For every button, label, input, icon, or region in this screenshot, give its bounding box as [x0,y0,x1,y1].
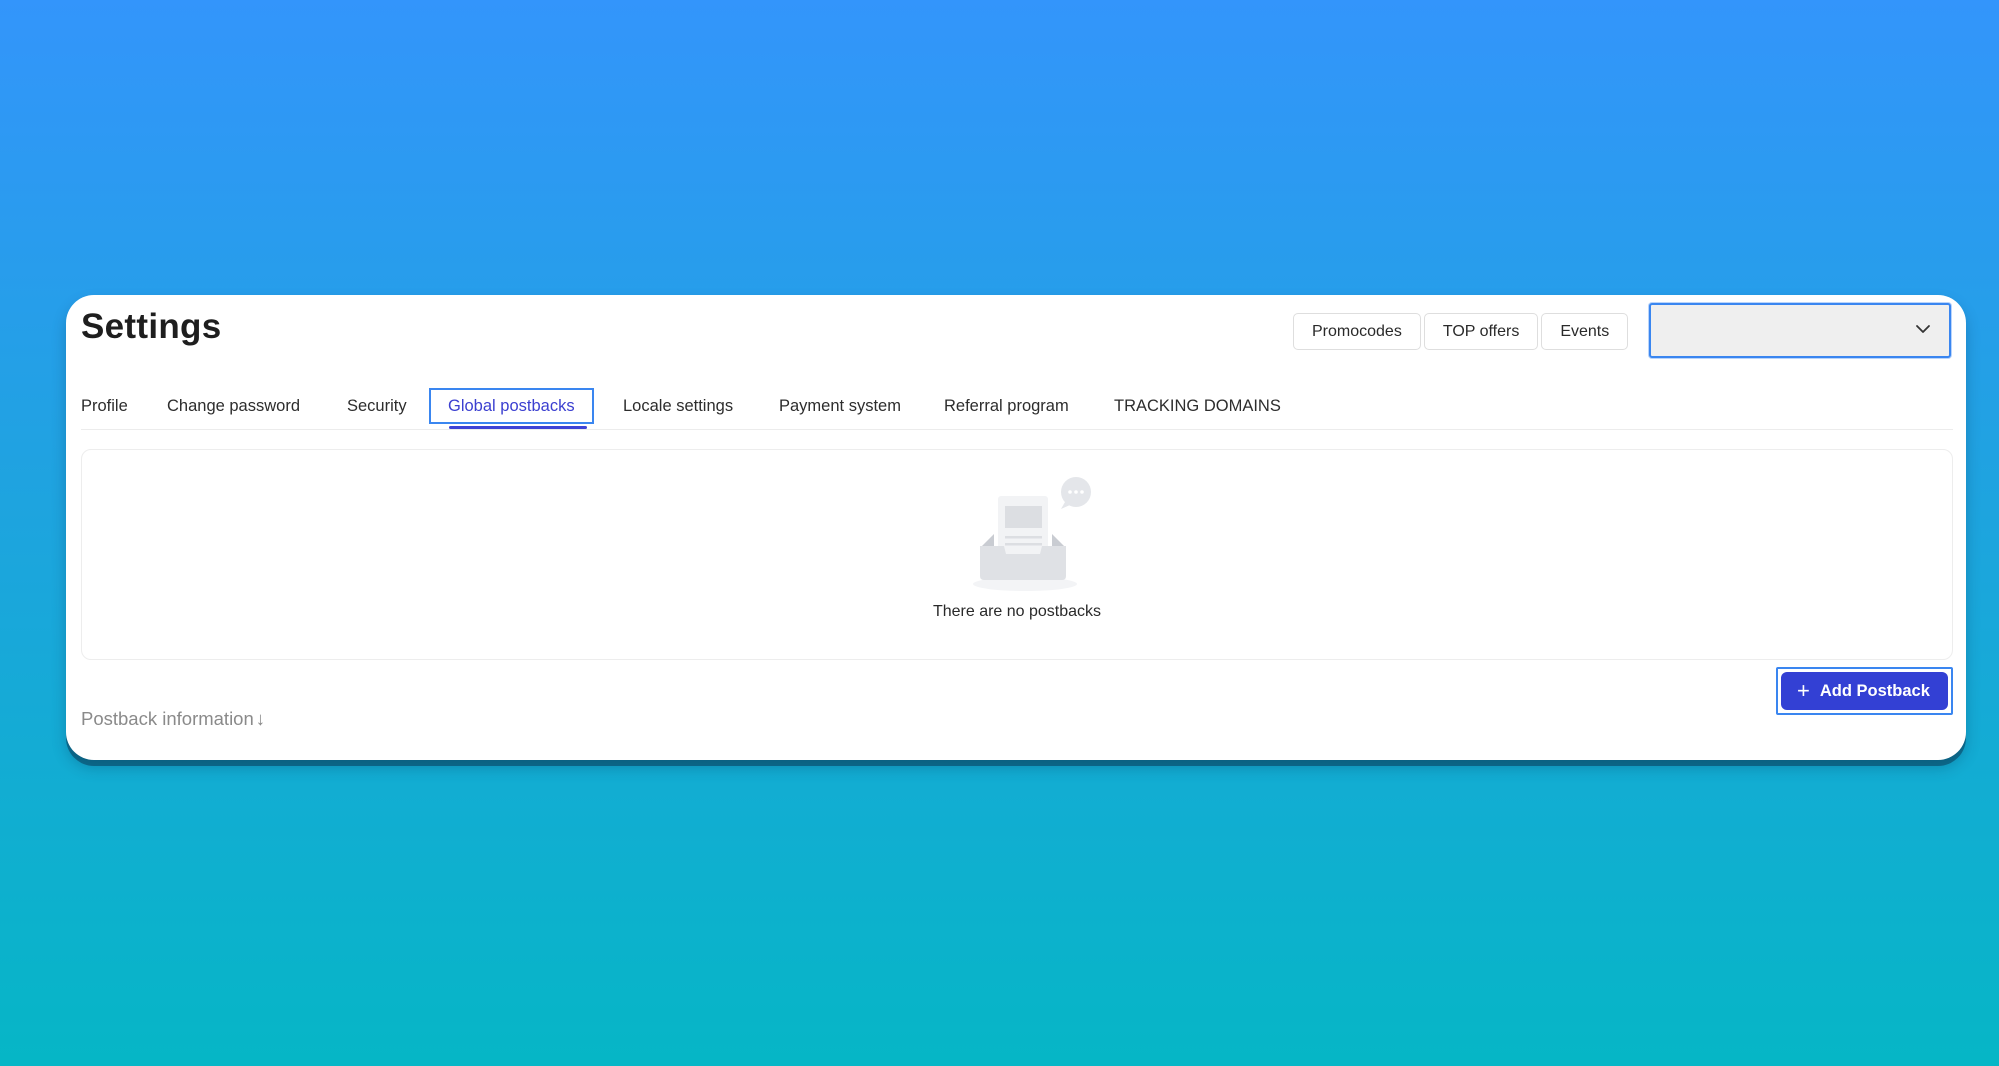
account-select[interactable] [1649,303,1951,358]
tab-payment-system[interactable]: Payment system [779,388,901,424]
top-offers-button[interactable]: TOP offers [1423,313,1539,350]
header-actions: Promocodes TOP offers Events [1293,313,1629,350]
tab-global-postbacks[interactable]: Global postbacks [429,388,594,424]
tab-tracking-domains[interactable]: TRACKING DOMAINS [1114,388,1281,424]
settings-tabs: Profile Change password Security Global … [81,388,1953,430]
tab-security[interactable]: Security [347,388,407,424]
empty-state-message: There are no postbacks [932,603,1102,620]
add-postback-focus-ring: + Add Postback [1776,667,1953,715]
add-postback-label: Add Postback [1819,681,1930,700]
promocodes-button[interactable]: Promocodes [1293,313,1421,350]
tab-change-password[interactable]: Change password [167,388,300,424]
tab-referral-program[interactable]: Referral program [944,388,1069,424]
add-postback-button[interactable]: + Add Postback [1781,672,1948,710]
chevron-down-icon [1916,325,1930,333]
tab-locale-settings[interactable]: Locale settings [623,388,733,424]
page-title: Settings [81,307,222,346]
active-tab-indicator [449,426,587,429]
plus-icon: + [1797,678,1810,703]
postback-information-label: Postback information [81,708,254,729]
postbacks-list: There are no postbacks [81,449,1953,660]
settings-card: Settings Promocodes TOP offers Events Pr… [66,295,1966,760]
events-button[interactable]: Events [1541,313,1629,350]
postback-information-link[interactable]: Postback information ↓ [81,708,265,730]
arrow-down-icon: ↓ [255,708,266,729]
empty-inbox-icon [973,477,1091,591]
tab-profile[interactable]: Profile [81,388,128,424]
